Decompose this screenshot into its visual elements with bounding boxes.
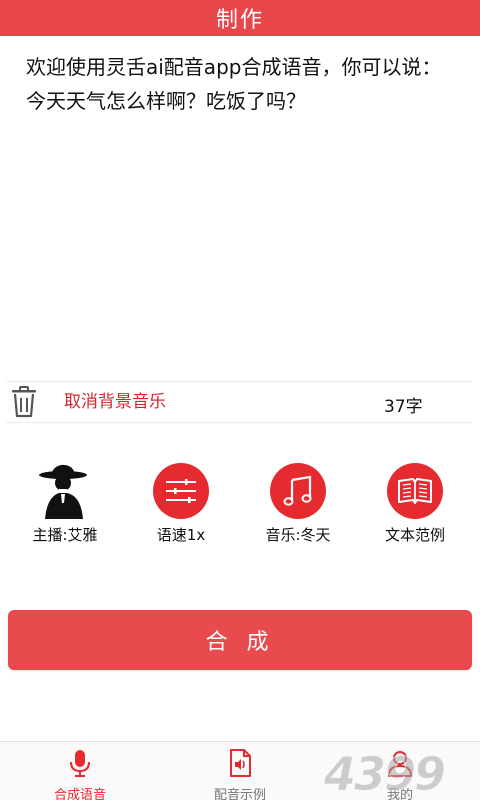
trash-icon[interactable] bbox=[10, 386, 38, 418]
page-title: 制作 bbox=[215, 8, 264, 33]
text-sample-label: 文本范例 bbox=[384, 526, 445, 544]
music-label: 音乐:冬天 bbox=[265, 526, 331, 544]
user-icon bbox=[388, 751, 412, 777]
nav-label-samples: 配音示例 bbox=[213, 788, 266, 800]
voice-text-editor[interactable]: 欢迎使用灵舌ai配音app合成语音，你可以说：今天天气怎么样啊？吃饭了吗？ bbox=[26, 50, 456, 370]
nav-item-samples[interactable]: 配音示例 bbox=[200, 748, 280, 800]
narrator-selector[interactable]: 主播:艾雅 bbox=[10, 463, 120, 545]
nav-item-synthesize[interactable]: 合成语音 bbox=[40, 748, 120, 800]
audio-file-icon bbox=[230, 749, 251, 777]
text-sample-selector[interactable]: 文本范例 bbox=[360, 463, 470, 545]
speed-sliders-icon bbox=[166, 479, 196, 503]
music-note-icon bbox=[283, 475, 312, 506]
editor-toolbar: 取消背景音乐 37字 bbox=[6, 381, 472, 423]
cancel-background-music-button[interactable]: 取消背景音乐 bbox=[64, 387, 166, 412]
nav-label-synthesize: 合成语音 bbox=[53, 788, 106, 800]
open-book-icon bbox=[398, 478, 432, 504]
narrator-avatar-icon bbox=[39, 464, 87, 519]
narrator-label: 主播:艾雅 bbox=[32, 526, 98, 544]
speed-label: 语速1x bbox=[156, 526, 206, 544]
synthesize-button[interactable]: 合 成 bbox=[8, 610, 472, 670]
header-bar: 制作 bbox=[0, 0, 480, 36]
nav-label-profile: 我的 bbox=[386, 788, 413, 800]
microphone-icon bbox=[70, 750, 90, 777]
speed-selector[interactable]: 语速1x bbox=[126, 463, 236, 545]
nav-item-profile[interactable]: 我的 bbox=[360, 748, 440, 800]
character-count: 37字 bbox=[384, 397, 423, 417]
bottom-navigation: 合成语音 配音示例 我的 bbox=[0, 741, 480, 800]
music-selector[interactable]: 音乐:冬天 bbox=[243, 463, 353, 545]
